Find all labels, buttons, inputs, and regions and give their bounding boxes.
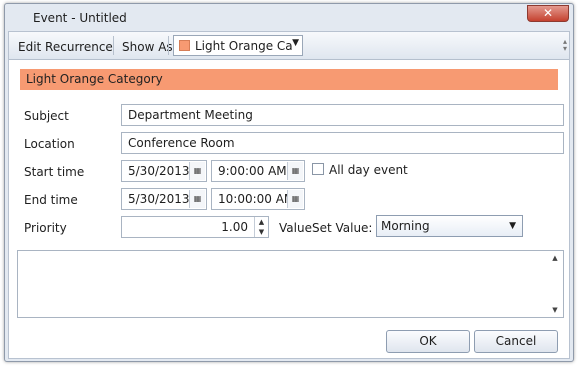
chevron-down-icon: ▼ <box>509 221 516 231</box>
priority-label: Priority <box>24 221 67 235</box>
event-dialog: Event - Untitled ✕ Edit Recurrence Show … <box>4 3 574 362</box>
toolbar-overflow-icon[interactable]: ▴ ▾ <box>563 38 567 53</box>
priority-spinner[interactable]: 1.00 ▲ ▼ <box>121 216 269 238</box>
title-bar[interactable]: Event - Untitled ✕ <box>5 4 573 30</box>
subject-input[interactable]: Department Meeting <box>121 104 564 126</box>
dialog-body: Edit Recurrence Show As Light Orange Ca … <box>8 31 570 359</box>
valueset-label: ValueSet Value: <box>279 221 373 235</box>
end-time-input[interactable]: 10:00:00 AM ▦ <box>211 188 305 210</box>
description-textarea[interactable]: ▲ ▼ <box>17 250 564 318</box>
window-title: Event - Untitled <box>33 11 127 25</box>
start-time-label: Start time <box>24 165 85 179</box>
scroll-up-icon[interactable]: ▲ <box>547 254 563 262</box>
end-date-input[interactable]: 5/30/2013 ▦ <box>121 188 207 210</box>
calendar-icon[interactable]: ▦ <box>189 190 205 208</box>
start-time-input[interactable]: 9:00:00 AM ▦ <box>211 160 305 182</box>
end-time-label: End time <box>24 193 78 207</box>
toolbar: Edit Recurrence Show As Light Orange Ca … <box>9 32 569 60</box>
subject-label: Subject <box>24 109 69 123</box>
chevron-down-icon: ▼ <box>292 38 299 48</box>
show-as-value: Light Orange Ca <box>195 39 293 53</box>
close-icon: ✕ <box>542 6 554 20</box>
show-as-dropdown[interactable]: Light Orange Ca ▼ <box>173 35 303 56</box>
ok-button[interactable]: OK <box>386 330 470 353</box>
toolbar-separator <box>113 36 114 55</box>
edit-recurrence-button[interactable]: Edit Recurrence <box>18 40 113 54</box>
clock-icon[interactable]: ▦ <box>287 190 303 208</box>
cancel-button[interactable]: Cancel <box>474 330 558 353</box>
valueset-value: Morning <box>381 219 430 233</box>
clock-icon[interactable]: ▦ <box>287 162 303 180</box>
scrollbar[interactable]: ▲ ▼ <box>547 251 563 317</box>
all-day-checkbox[interactable] <box>312 163 324 175</box>
spin-down-icon[interactable]: ▼ <box>255 227 268 237</box>
start-time-value: 9:00:00 AM <box>218 164 287 178</box>
toolbar-separator <box>168 36 169 55</box>
calendar-icon[interactable]: ▦ <box>189 162 205 180</box>
start-date-value: 5/30/2013 <box>128 164 190 178</box>
end-time-value: 10:00:00 AM <box>218 192 295 206</box>
scroll-down-icon[interactable]: ▼ <box>547 306 563 314</box>
location-input[interactable]: Conference Room <box>121 132 564 154</box>
start-date-input[interactable]: 5/30/2013 ▦ <box>121 160 207 182</box>
category-banner: Light Orange Category <box>20 69 558 90</box>
all-day-label[interactable]: All day event <box>329 163 408 177</box>
spin-up-icon[interactable]: ▲ <box>255 217 268 227</box>
priority-value: 1.00 <box>221 220 248 234</box>
spin-buttons[interactable]: ▲ ▼ <box>254 217 268 237</box>
end-date-value: 5/30/2013 <box>128 192 190 206</box>
location-label: Location <box>24 137 75 151</box>
show-as-label: Show As <box>122 40 173 54</box>
close-button[interactable]: ✕ <box>527 5 569 22</box>
color-swatch-icon <box>179 40 190 51</box>
valueset-dropdown[interactable]: Morning ▼ <box>376 215 523 237</box>
